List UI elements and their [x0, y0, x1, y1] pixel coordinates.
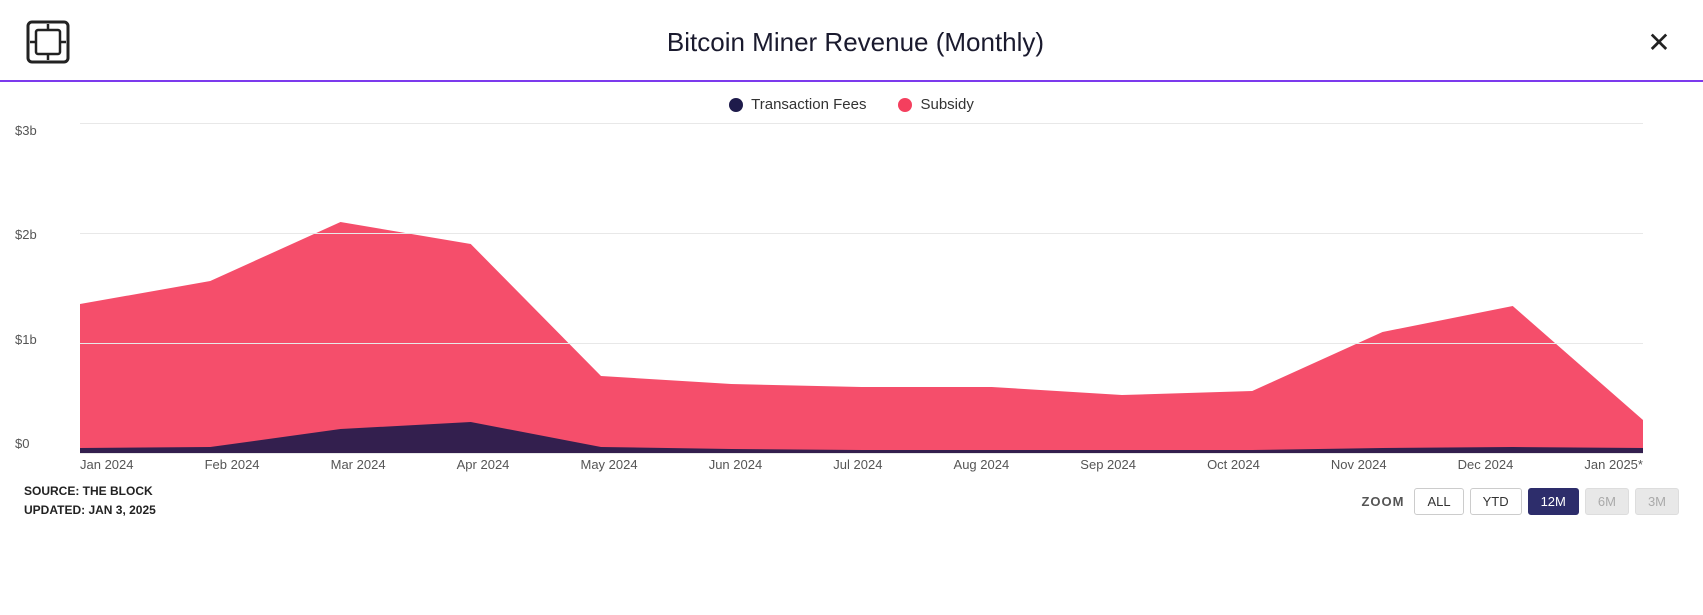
- legend-item-fees: Transaction Fees: [729, 96, 866, 113]
- source-line1: SOURCE: THE BLOCK: [24, 482, 156, 501]
- zoom-6m-button: 6M: [1585, 488, 1629, 515]
- grid-lines: [80, 123, 1643, 453]
- x-label-apr24: Apr 2024: [457, 457, 510, 472]
- legend-label-fees: Transaction Fees: [751, 96, 866, 113]
- legend-dot-fees: [729, 98, 743, 112]
- zoom-3m-button: 3M: [1635, 488, 1679, 515]
- x-label-oct24: Oct 2024: [1207, 457, 1260, 472]
- logo-icon: [24, 18, 72, 66]
- x-label-jan24: Jan 2024: [80, 457, 134, 472]
- close-button[interactable]: ✕: [1639, 22, 1679, 62]
- x-label-jun24: Jun 2024: [709, 457, 763, 472]
- zoom-label: ZOOM: [1361, 494, 1404, 509]
- y-label-0: $0: [15, 436, 37, 451]
- zoom-ytd-button[interactable]: YTD: [1470, 488, 1522, 515]
- x-label-sep24: Sep 2024: [1080, 457, 1136, 472]
- y-axis: $3b $2b $1b $0: [15, 123, 37, 453]
- x-label-mar24: Mar 2024: [331, 457, 386, 472]
- zoom-12m-button[interactable]: 12M: [1528, 488, 1579, 515]
- zoom-controls: ZOOM ALL YTD 12M 6M 3M: [1361, 488, 1679, 515]
- chart-title: Bitcoin Miner Revenue (Monthly): [72, 27, 1639, 58]
- x-label-jan25: Jan 2025*: [1584, 457, 1643, 472]
- y-label-3b: $3b: [15, 123, 37, 138]
- footer: SOURCE: THE BLOCK UPDATED: JAN 3, 2025 Z…: [0, 472, 1703, 520]
- source-text: SOURCE: THE BLOCK UPDATED: JAN 3, 2025: [24, 482, 156, 520]
- x-label-nov24: Nov 2024: [1331, 457, 1387, 472]
- legend-label-subsidy: Subsidy: [920, 96, 973, 113]
- x-axis: Jan 2024 Feb 2024 Mar 2024 Apr 2024 May …: [80, 453, 1643, 472]
- x-label-aug24: Aug 2024: [954, 457, 1010, 472]
- chart-wrapper: $3b $2b $1b $0 Jan 2024 Feb 2024 Mar 202…: [0, 123, 1703, 472]
- x-label-feb24: Feb 2024: [205, 457, 260, 472]
- zoom-all-button[interactable]: ALL: [1414, 488, 1463, 515]
- x-label-may24: May 2024: [581, 457, 638, 472]
- source-line2: UPDATED: JAN 3, 2025: [24, 501, 156, 520]
- chart-legend: Transaction Fees Subsidy: [0, 82, 1703, 119]
- y-label-1b: $1b: [15, 332, 37, 347]
- x-label-dec24: Dec 2024: [1458, 457, 1514, 472]
- legend-dot-subsidy: [898, 98, 912, 112]
- header: Bitcoin Miner Revenue (Monthly) ✕: [0, 0, 1703, 82]
- y-label-2b: $2b: [15, 227, 37, 242]
- legend-item-subsidy: Subsidy: [898, 96, 973, 113]
- x-label-jul24: Jul 2024: [833, 457, 882, 472]
